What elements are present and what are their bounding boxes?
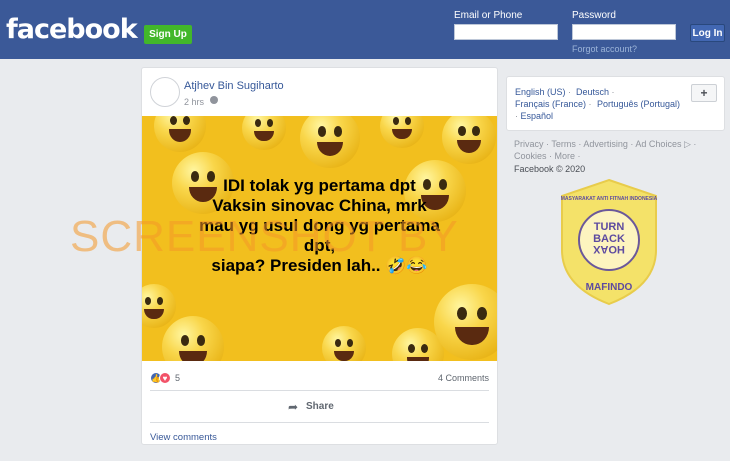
log-in-button[interactable]: Log In — [690, 24, 725, 42]
terms-link[interactable]: Terms — [551, 139, 576, 149]
email-label: Email or Phone — [454, 10, 523, 21]
avatar[interactable] — [150, 77, 180, 107]
ad-choices-link[interactable]: Ad Choices — [635, 139, 681, 149]
share-icon: ➦ — [288, 400, 299, 414]
post-image[interactable]: IDI tolak yg pertama dpt Vaksin sinovac … — [142, 116, 497, 361]
language-link-portugues[interactable]: Português (Portugal) — [597, 99, 680, 109]
reactions-summary[interactable]: 👍 ♥ — [150, 372, 171, 384]
language-link-francais[interactable]: Français (France) · — [515, 99, 592, 109]
emoji-icon — [142, 284, 176, 328]
post-author[interactable]: Atjhev Bin Sugiharto — [184, 80, 284, 92]
footer-links-row-2: Cookies · More · — [514, 151, 581, 161]
love-icon: ♥ — [159, 372, 171, 384]
post-text-line: mau yg usul dong yg pertama — [199, 216, 440, 235]
privacy-link[interactable]: Privacy — [514, 139, 544, 149]
cookies-link[interactable]: Cookies — [514, 151, 547, 161]
post-text-line: Vaksin sinovac China, mrk — [212, 196, 427, 215]
footer-links-row-1: Privacy · Terms · Advertising · Ad Choic… — [514, 139, 697, 149]
share-button[interactable]: ➦ Share — [288, 400, 334, 414]
emoji-icon — [322, 326, 366, 361]
emoji-icon — [442, 116, 496, 164]
sign-up-button[interactable]: Sign Up — [144, 25, 192, 44]
post-text-line: IDI tolak yg pertama dpt — [223, 176, 416, 195]
facebook-logo[interactable]: facebook — [6, 14, 138, 45]
post-timestamp[interactable]: 2 hrs — [184, 97, 204, 107]
badge-line: TURN — [594, 221, 625, 233]
share-label: Share — [306, 401, 334, 412]
language-selector-box: English (US) · Deutsch · Français (Franc… — [506, 76, 725, 131]
badge-arc-text: MASYARAKAT ANTI FITNAH INDONESIA — [561, 196, 658, 202]
emoji-icon — [154, 116, 206, 152]
language-link-deutsch[interactable]: Deutsch · — [576, 87, 615, 97]
emoji-icon — [242, 116, 286, 150]
globe-icon — [210, 96, 218, 104]
divider — [150, 422, 489, 423]
more-languages-button[interactable]: + — [691, 84, 717, 102]
password-field[interactable] — [572, 24, 676, 40]
post-text-line: dpt, — [303, 236, 336, 255]
view-comments-link[interactable]: View comments — [150, 432, 217, 443]
badge-line: HOAX — [592, 243, 624, 255]
more-link[interactable]: More — [555, 151, 576, 161]
advertising-link[interactable]: Advertising — [583, 139, 628, 149]
emoji-icon — [380, 116, 424, 148]
post-text-line: siapa? Presiden lah.. 🤣😂 — [211, 256, 428, 275]
top-navigation-bar: facebook Sign Up Email or Phone Password… — [0, 0, 730, 59]
reactions-count[interactable]: 5 — [175, 373, 180, 383]
forgot-account-link[interactable]: Forgot account? — [572, 44, 637, 54]
ad-choices-icon: ▷ — [681, 139, 691, 149]
divider — [150, 390, 489, 391]
comments-count-link[interactable]: 4 Comments — [438, 373, 489, 383]
email-field[interactable] — [454, 24, 558, 40]
emoji-icon — [300, 116, 360, 168]
password-label: Password — [572, 10, 616, 21]
badge-bottom-text: MAFINDO — [586, 282, 633, 293]
copyright: Facebook © 2020 — [514, 164, 586, 174]
language-link-english[interactable]: English (US) · — [515, 87, 571, 97]
mafindo-badge-logo: TURN BACK HOAX MASYARAKAT ANTI FITNAH IN… — [561, 178, 658, 306]
language-link-espanol[interactable]: · Español — [515, 111, 553, 121]
post-card: Atjhev Bin Sugiharto 2 hrs IDI tolak yg … — [141, 67, 498, 445]
emoji-icon — [162, 316, 224, 361]
